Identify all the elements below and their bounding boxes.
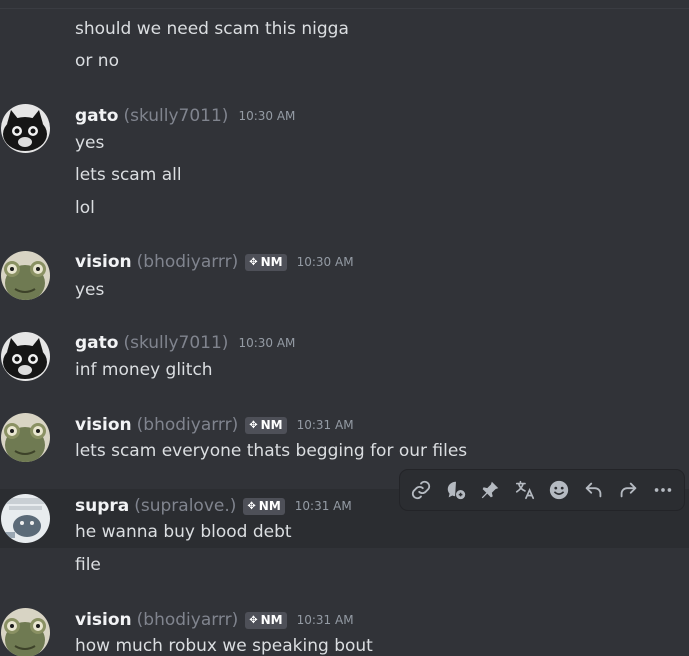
timestamp[interactable]: 10:31 AM [297,418,354,432]
message-action-toolbar [399,469,685,511]
user-handle: (supralove.) [134,496,237,516]
username[interactable]: vision [75,252,132,272]
user-handle: (bhodiyarrr) [136,252,239,272]
timestamp[interactable]: 10:30 AM [238,336,295,350]
translate-icon[interactable] [509,474,541,506]
user-handle: (bhodiyarrr) [136,610,239,630]
emoji-icon[interactable] [543,474,575,506]
avatar-supra[interactable] [1,494,50,543]
link-icon[interactable] [405,474,437,506]
user-handle: (skully7011) [123,106,229,126]
timestamp[interactable]: 10:31 AM [295,499,352,513]
message-line: inf money glitch [75,360,213,380]
server-tag[interactable]: ✥ NM [245,611,287,629]
pin-icon[interactable] [474,474,506,506]
message-header: gato (skully7011) 10:30 AM [75,332,295,354]
timestamp[interactable]: 10:30 AM [297,255,354,269]
tag-icon: ✥ [249,614,258,626]
tag-icon: ✥ [247,500,256,512]
timestamp[interactable]: 10:31 AM [297,613,354,627]
avatar-lizard[interactable] [1,608,50,656]
username[interactable]: vision [75,610,132,630]
thread-icon[interactable] [440,474,472,506]
avatar-cat[interactable] [1,332,50,381]
username[interactable]: supra [75,496,129,516]
avatar-lizard[interactable] [1,413,50,462]
message-line: file [75,555,101,575]
user-handle: (bhodiyarrr) [136,415,239,435]
server-tag[interactable]: ✥ NM [243,497,285,515]
message-line: yes [75,280,105,300]
message-line: how much robux we speaking bout [75,636,373,656]
message-line: lets scam all [75,165,182,185]
message-line: he wanna buy blood debt [75,522,292,542]
message-line: should we need scam this nigga [75,19,349,39]
message-header: vision (bhodiyarrr) ✥ NM 10:30 AM [75,251,354,273]
forward-icon[interactable] [612,474,644,506]
username[interactable]: vision [75,415,132,435]
timestamp[interactable]: 10:30 AM [238,109,295,123]
message-line: or no [75,51,119,71]
username[interactable]: gato [75,333,118,353]
message-header: vision (bhodiyarrr) ✥ NM 10:31 AM [75,414,354,436]
server-tag[interactable]: ✥ NM [245,416,287,434]
server-tag[interactable]: ✥ NM [245,253,287,271]
top-divider [0,0,689,9]
message-header: vision (bhodiyarrr) ✥ NM 10:31 AM [75,609,354,631]
message-line: yes [75,133,105,153]
avatar-lizard[interactable] [1,251,50,300]
message-header: gato (skully7011) 10:30 AM [75,105,295,127]
tag-icon: ✥ [249,419,258,431]
tag-icon: ✥ [249,256,258,268]
message-line: lets scam everyone thats begging for our… [75,441,468,461]
reply-icon[interactable] [578,474,610,506]
username[interactable]: gato [75,106,118,126]
more-icon[interactable] [647,474,679,506]
avatar-cat[interactable] [1,104,50,153]
message-line: lol [75,198,95,218]
message-header: supra (supralove.) ✥ NM 10:31 AM [75,495,352,517]
user-handle: (skully7011) [123,333,229,353]
